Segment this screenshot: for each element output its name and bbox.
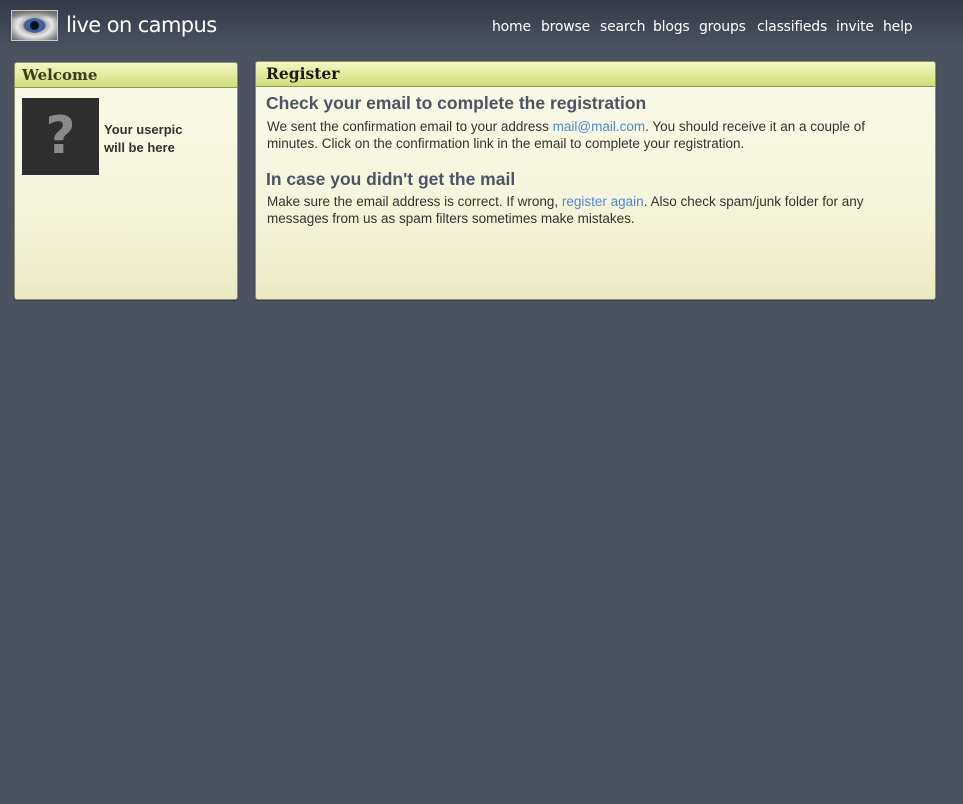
nav-invite[interactable]: invite — [836, 17, 883, 37]
welcome-panel-title: Welcome — [15, 63, 237, 88]
main-nav: home browse search blogs groups classifi… — [492, 17, 917, 37]
confirmation-text: We sent the confirmation email to your a… — [266, 118, 892, 152]
top-bar: live on campus home browse search blogs … — [0, 0, 963, 52]
confirmation-section: Check your email to complete the registr… — [266, 92, 925, 152]
confirmation-heading: Check your email to complete the registr… — [266, 93, 647, 113]
userpic-caption: Your userpic will be here — [104, 121, 224, 157]
site-logo[interactable]: live on campus — [11, 10, 217, 41]
no-mail-section: In case you didn't get the mail Make sur… — [266, 168, 925, 227]
nav-blogs[interactable]: blogs — [653, 17, 699, 37]
no-mail-text-start: Make sure the email address is correct. … — [267, 194, 562, 209]
nav-home[interactable]: home — [492, 17, 541, 37]
confirmation-text-start: We sent the confirmation email to your a… — [267, 119, 553, 134]
register-panel: Register Check your email to complete th… — [255, 61, 936, 300]
nav-groups[interactable]: groups — [699, 17, 757, 37]
nav-browse[interactable]: browse — [541, 17, 600, 37]
nav-classifieds[interactable]: classifieds — [757, 17, 836, 37]
email-link[interactable]: mail@mail.com — [553, 119, 645, 134]
eye-logo-icon — [11, 10, 58, 41]
userpic-placeholder-icon: ? — [22, 98, 99, 175]
site-name[interactable]: live on campus — [66, 10, 217, 41]
no-mail-heading: In case you didn't get the mail — [266, 169, 516, 189]
userpic-caption-line-1: Your userpic — [104, 122, 183, 137]
register-again-link[interactable]: register again — [562, 194, 644, 209]
nav-search[interactable]: search — [600, 17, 653, 37]
welcome-panel: Welcome ? Your userpic will be here — [14, 62, 238, 300]
no-mail-text: Make sure the email address is correct. … — [266, 193, 892, 227]
nav-help[interactable]: help — [883, 17, 917, 37]
userpic-caption-line-2: will be here — [104, 140, 175, 155]
register-panel-title: Register — [256, 62, 935, 87]
